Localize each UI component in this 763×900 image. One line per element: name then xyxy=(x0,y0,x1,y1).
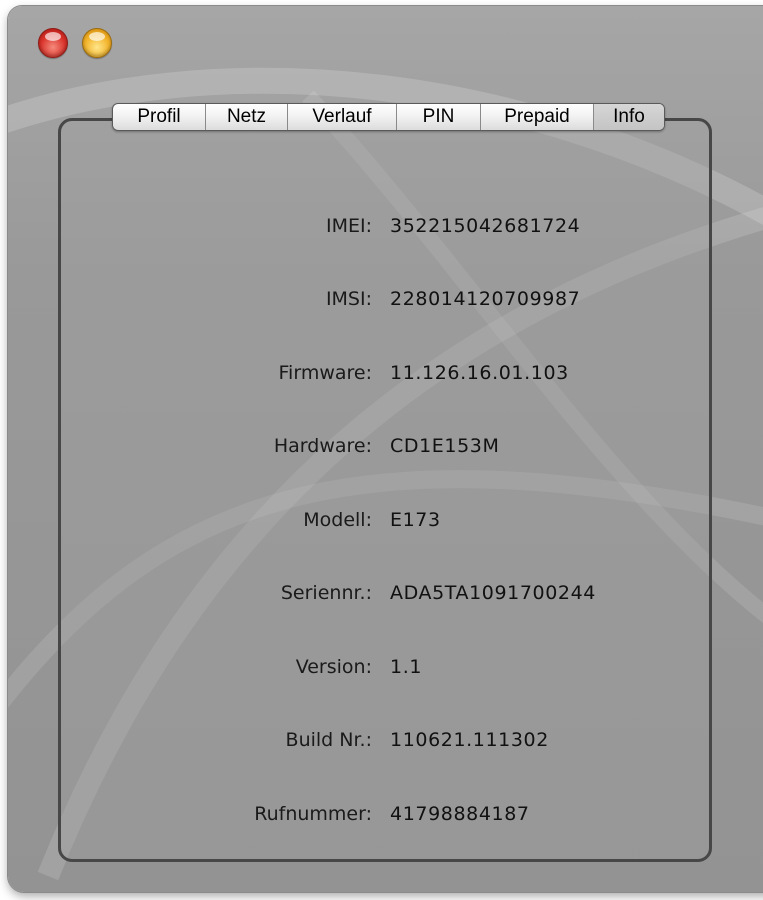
imsi-value: 228014120709987 xyxy=(390,288,581,310)
info-row-version: Version: 1.1 xyxy=(0,656,763,686)
info-row-build: Build Nr.: 110621.111302 xyxy=(0,729,763,759)
tab-verlauf[interactable]: Verlauf xyxy=(288,104,397,130)
tab-prepaid[interactable]: Prepaid xyxy=(481,104,594,130)
version-label: Version: xyxy=(295,656,372,678)
info-row-seriennr: Seriennr.: ADA5TA1091700244 xyxy=(0,582,763,612)
close-button[interactable] xyxy=(38,28,68,58)
info-row-firmware: Firmware: 11.126.16.01.103 xyxy=(0,362,763,392)
firmware-label: Firmware: xyxy=(278,362,372,384)
imei-label: IMEI: xyxy=(325,215,372,237)
info-row-imsi: IMSI: 228014120709987 xyxy=(0,288,763,318)
version-value: 1.1 xyxy=(390,656,423,678)
tab-profil[interactable]: Profil xyxy=(113,104,206,130)
rufnummer-value: 41798884187 xyxy=(390,803,530,825)
tab-bar: Profil Netz Verlauf PIN Prepaid Info xyxy=(112,103,665,131)
hardware-value: CD1E153M xyxy=(390,435,500,457)
rufnummer-label: Rufnummer: xyxy=(254,803,372,825)
hardware-label: Hardware: xyxy=(273,435,372,457)
firmware-value: 11.126.16.01.103 xyxy=(390,362,569,384)
seriennr-value: ADA5TA1091700244 xyxy=(390,582,596,604)
info-row-imei: IMEI: 352215042681724 xyxy=(0,215,763,245)
tab-pin[interactable]: PIN xyxy=(397,104,481,130)
modell-label: Modell: xyxy=(303,509,372,531)
tab-info[interactable]: Info xyxy=(594,104,664,130)
info-row-modell: Modell: E173 xyxy=(0,509,763,539)
info-row-hardware: Hardware: CD1E153M xyxy=(0,435,763,465)
imei-value: 352215042681724 xyxy=(390,215,581,237)
tab-netz[interactable]: Netz xyxy=(206,104,288,130)
imsi-label: IMSI: xyxy=(325,288,372,310)
info-row-rufnummer: Rufnummer: 41798884187 xyxy=(0,803,763,833)
modell-value: E173 xyxy=(390,509,441,531)
minimize-button[interactable] xyxy=(82,28,112,58)
build-value: 110621.111302 xyxy=(390,729,549,751)
build-label: Build Nr.: xyxy=(285,729,372,751)
seriennr-label: Seriennr.: xyxy=(280,582,372,604)
